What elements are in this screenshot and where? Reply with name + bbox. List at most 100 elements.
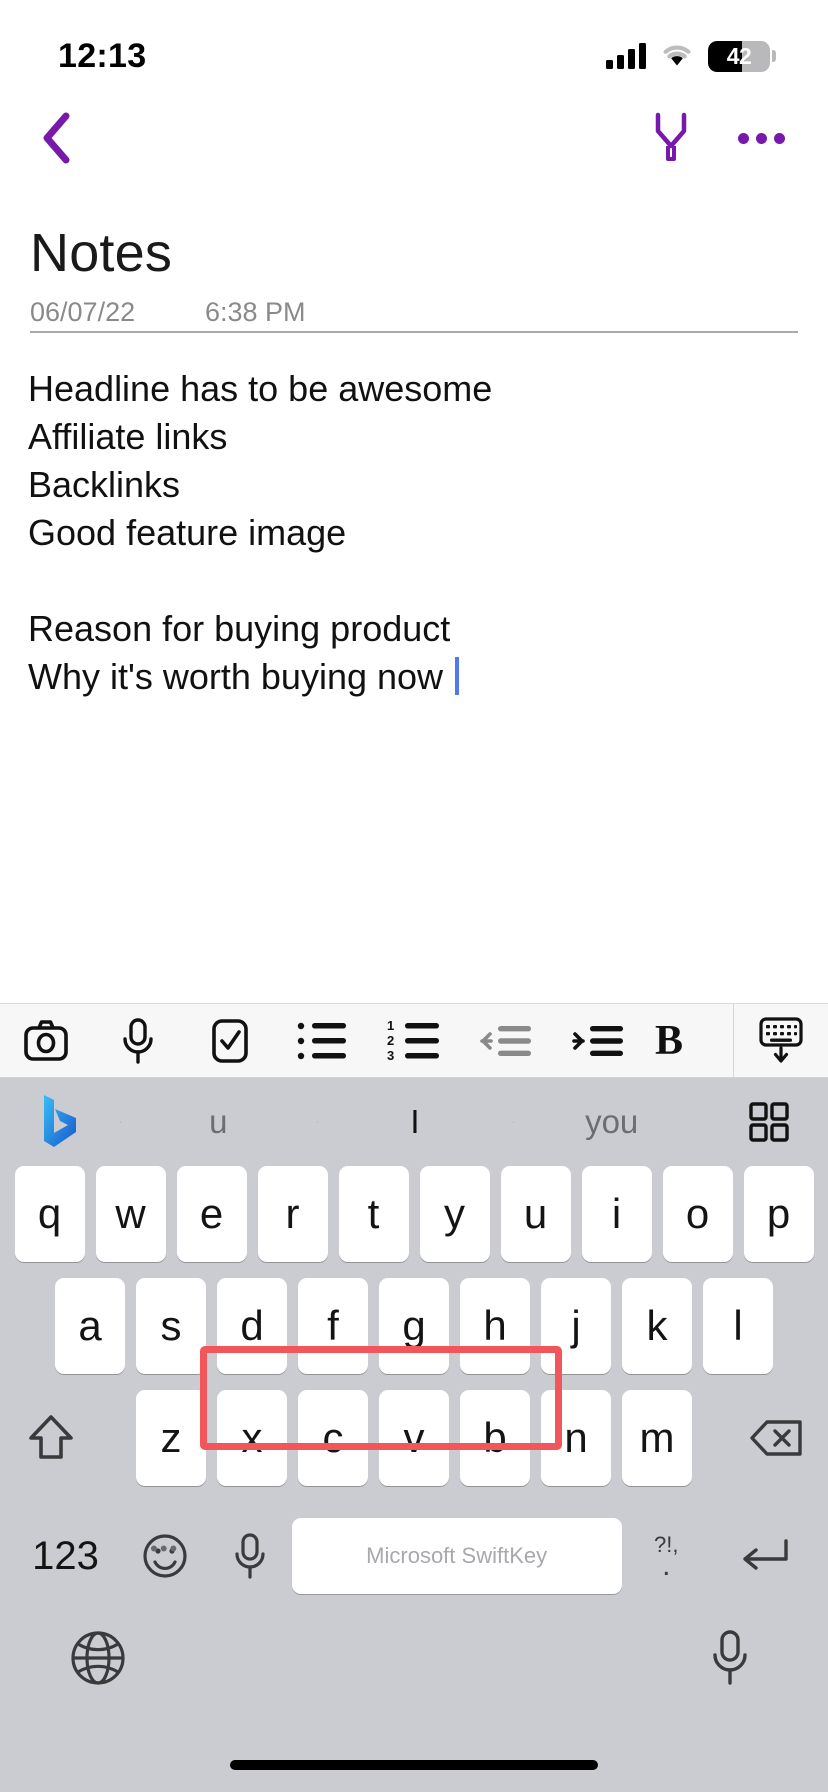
microphone-icon	[123, 1017, 153, 1064]
key-y[interactable]: y	[419, 1166, 490, 1262]
hide-keyboard-icon	[759, 1016, 803, 1063]
key-c[interactable]: c	[298, 1390, 368, 1486]
note-line[interactable]: Affiliate links	[28, 413, 803, 461]
status-bar-clock: 12:13	[58, 36, 147, 75]
suggestion-item-1[interactable]: u	[120, 1103, 317, 1141]
globe-language-icon	[71, 1631, 125, 1685]
key-o[interactable]: o	[662, 1166, 733, 1262]
backspace-key[interactable]	[723, 1390, 828, 1486]
suggestion-divider	[513, 1121, 515, 1123]
key-w[interactable]: w	[95, 1166, 166, 1262]
format-toolbar-scroll[interactable]: 1 2 3 B	[0, 1003, 733, 1078]
key-u[interactable]: u	[500, 1166, 571, 1262]
note-date: 06/07/22	[30, 297, 136, 327]
emoji-key-dots: •••	[150, 1536, 180, 1561]
key-t[interactable]: t	[338, 1166, 409, 1262]
more-options-button[interactable]	[730, 107, 792, 169]
bing-logo-button[interactable]	[0, 1091, 120, 1153]
key-d[interactable]: d	[217, 1278, 287, 1374]
checkbox-list-button[interactable]	[184, 1003, 276, 1078]
increase-indent-button[interactable]	[552, 1003, 644, 1078]
voice-input-key[interactable]	[208, 1532, 291, 1580]
keyboard-menu-grid-icon	[749, 1102, 789, 1142]
key-f[interactable]: f	[298, 1278, 368, 1374]
note-line[interactable]: Backlinks	[28, 461, 803, 509]
dictation-microphone-icon	[713, 1630, 747, 1685]
punctuation-key[interactable]: ?!, .	[622, 1534, 711, 1582]
return-key[interactable]	[711, 1533, 818, 1579]
highlighter-pen-icon	[655, 112, 687, 161]
keyboard-row-2: a s d f g h j k l	[0, 1278, 828, 1374]
shift-key[interactable]	[0, 1390, 105, 1486]
key-r[interactable]: r	[257, 1166, 328, 1262]
note-line[interactable]: Reason for buying product	[28, 605, 803, 653]
suggestion-divider	[120, 1121, 121, 1123]
keyboard-row-1: q w e r t y u i o p	[0, 1166, 828, 1262]
note-line-blank[interactable]	[28, 557, 803, 605]
key-b[interactable]: b	[460, 1390, 530, 1486]
key-s[interactable]: s	[136, 1278, 206, 1374]
key-j[interactable]: j	[541, 1278, 611, 1374]
punctuation-key-bottom: .	[662, 1549, 671, 1582]
suggestion-label: u	[209, 1103, 228, 1140]
space-key[interactable]: Microsoft SwiftKey	[291, 1518, 622, 1594]
note-line[interactable]: Good feature image	[28, 509, 803, 557]
key-i[interactable]: i	[581, 1166, 652, 1262]
text-cursor	[455, 657, 460, 695]
return-icon	[743, 1539, 789, 1570]
emoji-key[interactable]: •••	[121, 1530, 208, 1582]
suggestion-label: you	[585, 1103, 639, 1140]
bold-icon: B	[655, 1018, 683, 1064]
key-g[interactable]: g	[379, 1278, 449, 1374]
key-k[interactable]: k	[622, 1278, 692, 1374]
swiftkey-keyboard: u I you q w e r t y u i o p a s d f g h …	[0, 1078, 828, 1792]
key-p[interactable]: p	[743, 1166, 814, 1262]
svg-text:B: B	[655, 1018, 683, 1064]
key-a[interactable]: a	[55, 1278, 125, 1374]
key-n[interactable]: n	[541, 1390, 611, 1486]
space-key-area: Microsoft SwiftKey	[291, 1518, 622, 1594]
keyboard-menu-button[interactable]	[710, 1099, 828, 1145]
decrease-indent-button[interactable]	[460, 1003, 552, 1078]
key-v[interactable]: v	[379, 1390, 449, 1486]
note-title[interactable]: Notes	[30, 222, 172, 284]
key-e[interactable]: e	[176, 1166, 247, 1262]
key-q[interactable]: q	[14, 1166, 85, 1262]
key-h[interactable]: h	[460, 1278, 530, 1374]
bullet-list-button[interactable]	[276, 1003, 368, 1078]
shift-icon	[29, 1415, 73, 1459]
camera-button[interactable]	[0, 1003, 92, 1078]
suggestion-item-3[interactable]: you	[513, 1103, 710, 1141]
numbered-list-button[interactable]: 1 2 3	[368, 1003, 460, 1078]
key-m[interactable]: m	[622, 1390, 692, 1486]
note-line[interactable]: Headline has to be awesome	[28, 365, 803, 413]
indent-icon	[572, 1025, 623, 1056]
bold-button[interactable]: B	[644, 1003, 696, 1078]
key-x[interactable]: x	[217, 1390, 287, 1486]
home-indicator	[230, 1760, 598, 1770]
svg-text:3: 3	[387, 1048, 394, 1063]
numbers-key[interactable]: 123	[10, 1534, 121, 1579]
language-switch-key[interactable]	[60, 1620, 136, 1696]
keyboard-row-5	[0, 1610, 828, 1706]
back-button[interactable]	[26, 107, 88, 169]
status-bar-indicators: 42	[606, 40, 776, 72]
app-bar-actions	[640, 107, 792, 169]
backspace-icon	[750, 1420, 802, 1456]
dictation-key[interactable]	[692, 1620, 768, 1696]
key-z[interactable]: z	[136, 1390, 206, 1486]
note-metadata: 06/07/22 6:38 PM	[30, 297, 790, 328]
keyboard-row-4: 123 ••• Microsoft SwiftKey ?!, .	[0, 1502, 828, 1610]
bullet-list-icon	[297, 1022, 346, 1059]
format-toolbar: 1 2 3 B	[0, 1003, 828, 1078]
suggestion-item-2[interactable]: I	[316, 1103, 514, 1141]
hide-keyboard-button[interactable]	[734, 1003, 828, 1078]
highlighter-button[interactable]	[640, 107, 702, 169]
key-l[interactable]: l	[703, 1278, 773, 1374]
voice-note-button[interactable]	[92, 1003, 184, 1078]
note-line-active[interactable]: Why it's worth buying now	[28, 653, 803, 701]
suggestion-divider	[316, 1121, 318, 1123]
note-body[interactable]: Headline has to be awesome Affiliate lin…	[28, 365, 803, 701]
camera-icon	[24, 1019, 68, 1061]
battery-icon: 42	[708, 40, 776, 72]
